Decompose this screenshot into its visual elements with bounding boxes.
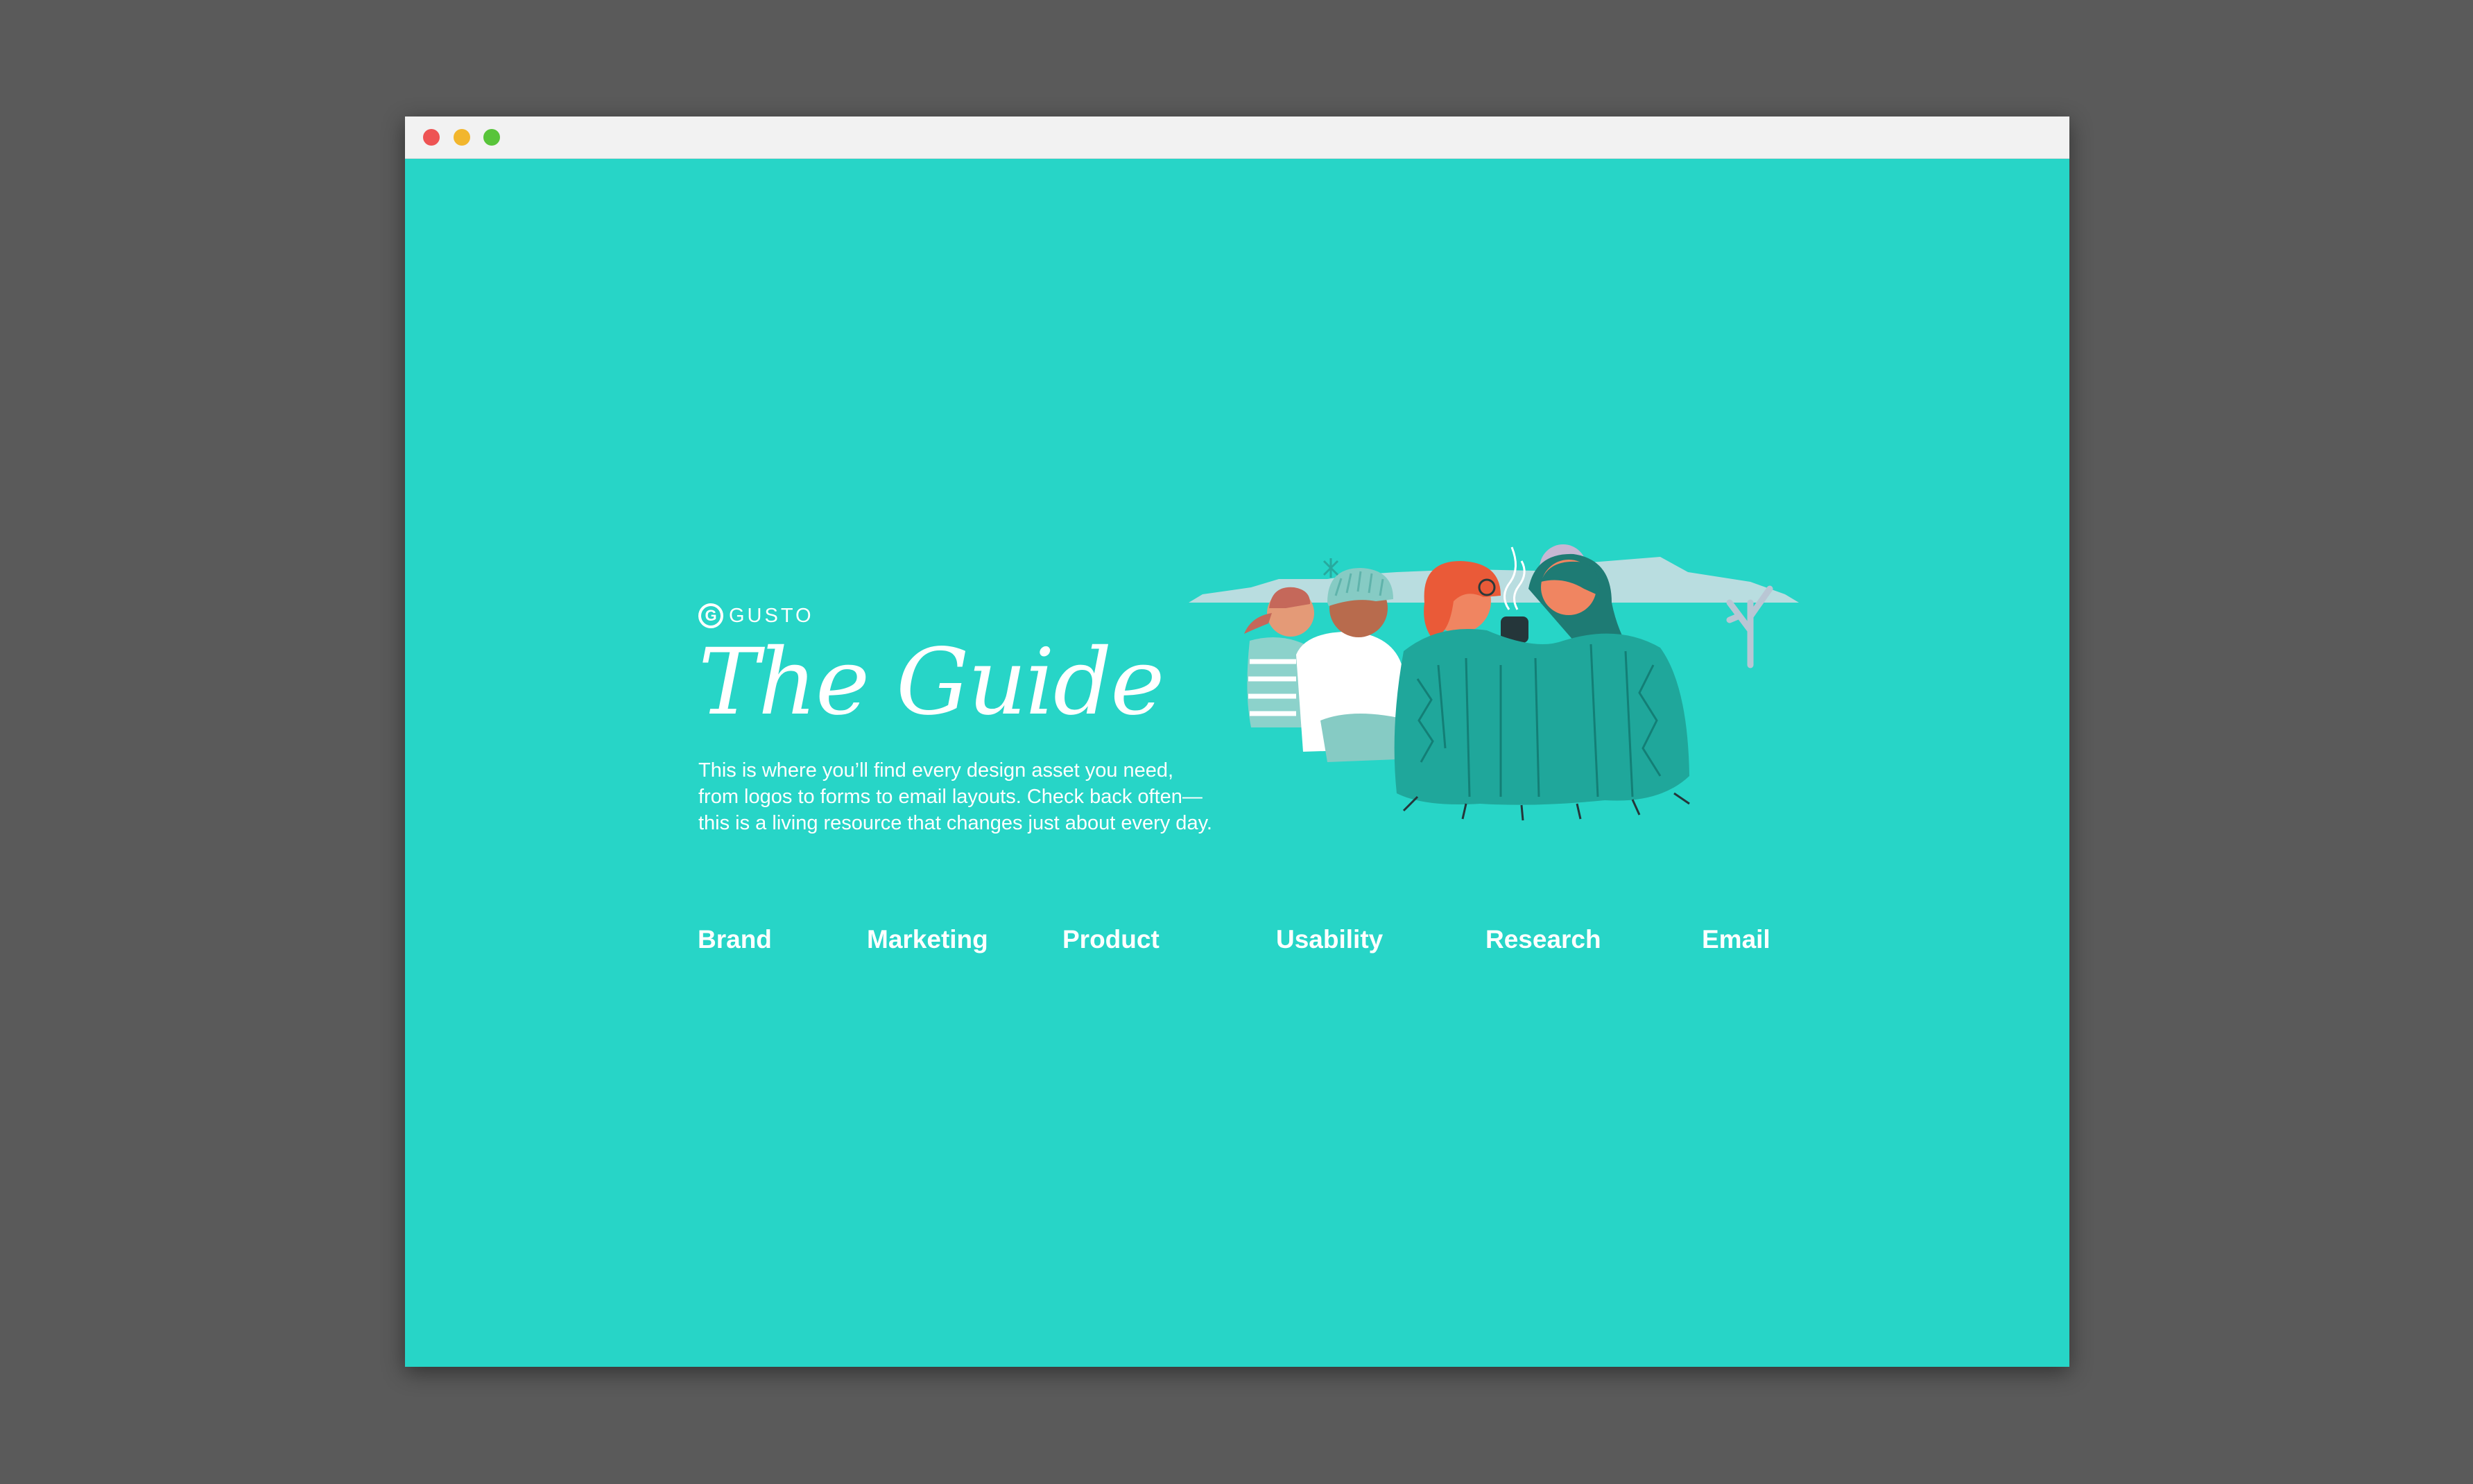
nav-link-usability[interactable]: Usability bbox=[1276, 919, 1383, 960]
nav-link-email[interactable]: Email bbox=[1702, 919, 1770, 960]
red-haired-woman-figure bbox=[1424, 561, 1501, 637]
nav-link-product[interactable]: Product bbox=[1062, 919, 1160, 960]
section-nav: Brand Marketing Product Usability Resear… bbox=[405, 919, 2069, 960]
gusto-logo[interactable]: G GUSTO bbox=[698, 601, 814, 631]
people-on-blanket-illustration bbox=[1189, 544, 1799, 821]
blanket-shape bbox=[1394, 629, 1690, 821]
maximize-window-button[interactable] bbox=[483, 129, 500, 146]
nav-link-marketing[interactable]: Marketing bbox=[867, 919, 988, 960]
minimize-window-button[interactable] bbox=[454, 129, 470, 146]
window-titlebar bbox=[405, 117, 2069, 159]
nav-link-research[interactable]: Research bbox=[1485, 919, 1601, 960]
close-window-button[interactable] bbox=[423, 129, 440, 146]
gusto-logo-text: GUSTO bbox=[729, 604, 814, 627]
gusto-logo-icon: G bbox=[698, 603, 723, 628]
page-content: G GUSTO The Guide This is where you’ll f… bbox=[405, 159, 2069, 1367]
nav-link-brand[interactable]: Brand bbox=[698, 919, 772, 960]
browser-window: G GUSTO The Guide This is where you’ll f… bbox=[405, 117, 2069, 1367]
page-title: The Guide bbox=[698, 629, 1164, 736]
